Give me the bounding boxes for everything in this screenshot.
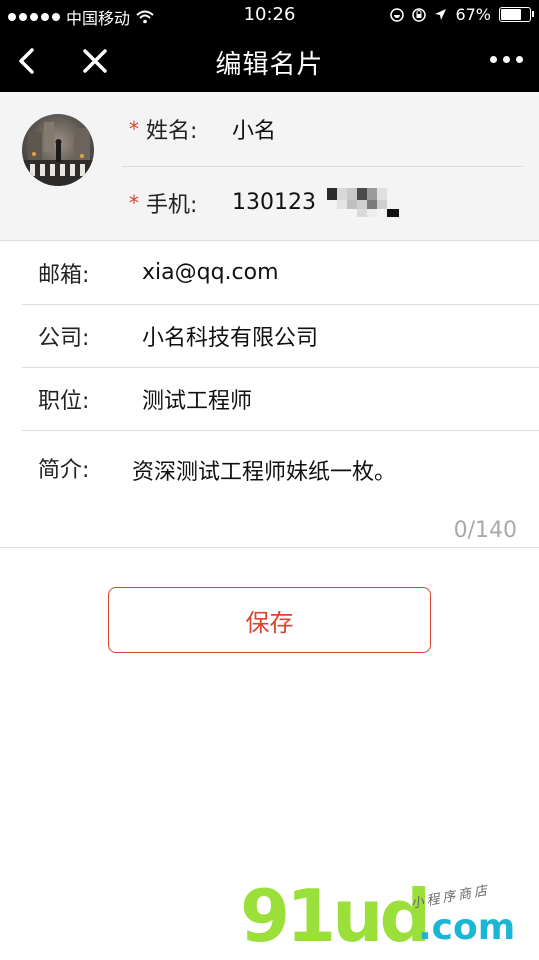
required-mark: * xyxy=(129,191,139,215)
rotation-lock-icon xyxy=(412,7,427,22)
position-field[interactable]: 测试工程师 xyxy=(142,383,252,415)
phone-label: 手机: xyxy=(146,193,198,218)
save-button[interactable]: 保存 xyxy=(108,587,431,653)
email-label: 邮箱: xyxy=(38,262,90,288)
watermark-domain: .com xyxy=(418,907,516,948)
position-label: 职位: xyxy=(38,388,90,414)
site-watermark: 91ud .com 小程序商店 xyxy=(240,880,530,955)
battery-percent: 67% xyxy=(455,5,491,24)
company-label: 公司: xyxy=(38,325,90,351)
alarm-icon xyxy=(390,7,405,22)
intro-label: 简介: xyxy=(38,458,90,483)
profile-header: * 姓名: 小名 * 手机: 130123 xyxy=(0,92,539,241)
position-row: 职位: 测试工程师 xyxy=(22,367,539,431)
name-row: * 姓名: 小名 xyxy=(122,92,523,167)
name-field[interactable]: 小名 xyxy=(232,113,276,145)
avatar[interactable] xyxy=(22,114,94,186)
battery-icon xyxy=(499,7,534,22)
location-icon xyxy=(435,9,447,20)
nav-bar: 编辑名片 xyxy=(0,30,539,92)
status-bar: 中国移动 10:26 67% xyxy=(0,0,539,30)
email-field[interactable]: xia@qq.com xyxy=(142,260,279,285)
intro-textarea[interactable]: 资深测试工程师妹纸一枚。 xyxy=(132,454,396,486)
more-icon[interactable] xyxy=(490,56,523,63)
company-field[interactable]: 小名科技有限公司 xyxy=(142,320,318,352)
name-label: 姓名: xyxy=(146,119,198,144)
required-mark: * xyxy=(129,117,139,141)
back-icon[interactable] xyxy=(10,44,44,78)
phone-row: * 手机: 130123 xyxy=(122,166,523,240)
phone-value: 130123 xyxy=(232,190,316,215)
phone-field[interactable]: 130123 xyxy=(232,188,407,218)
email-row: 邮箱: xia@qq.com xyxy=(22,241,539,305)
phone-mosaic-blur xyxy=(326,188,399,217)
close-icon[interactable] xyxy=(78,44,112,78)
status-right: 67% xyxy=(390,5,534,24)
intro-char-count: 0/140 xyxy=(453,518,517,543)
watermark-brand: 91ud xyxy=(240,874,431,958)
company-row: 公司: 小名科技有限公司 xyxy=(22,304,539,368)
intro-row: 简介: 资深测试工程师妹纸一枚。 0/140 xyxy=(0,430,539,548)
